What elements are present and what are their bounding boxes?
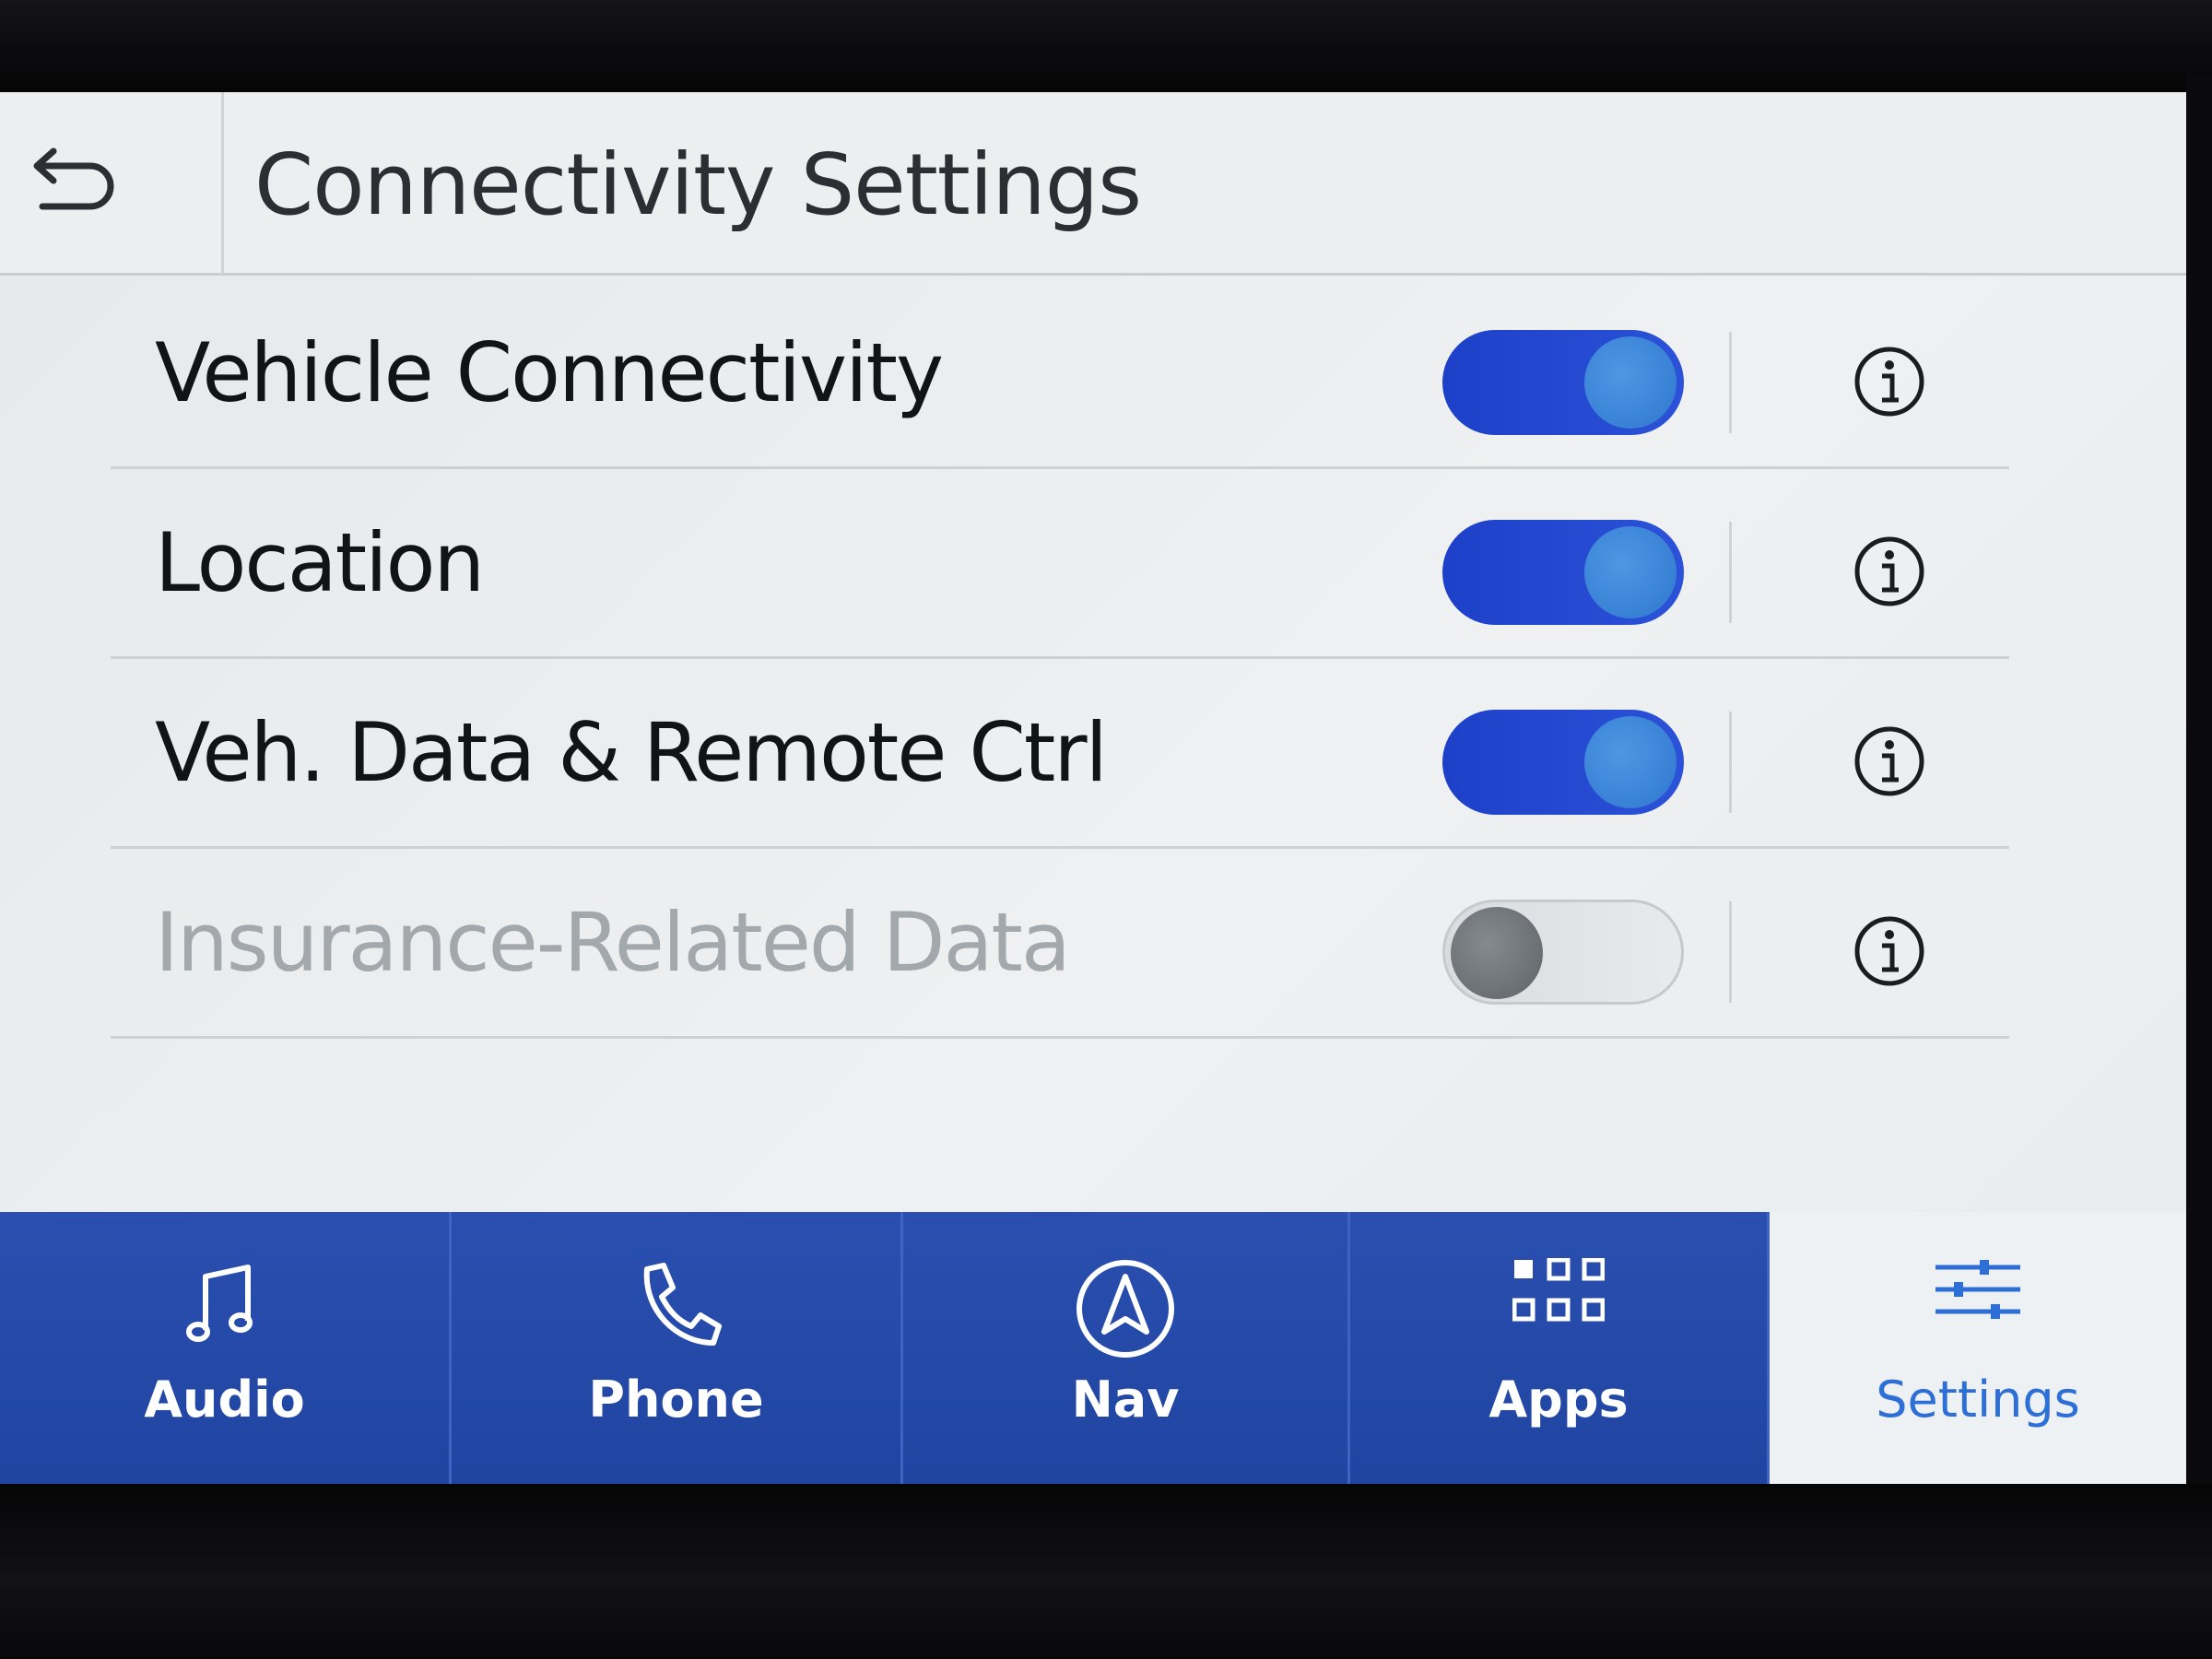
- phone-icon: [643, 1263, 722, 1346]
- music-note-icon: [185, 1265, 253, 1342]
- back-arrow-icon: [33, 147, 114, 210]
- location-toggle[interactable]: [1442, 520, 1684, 625]
- infotainment-screen: Connectivity Settings Vehicle Connectivi…: [0, 92, 2186, 1493]
- toggle-knob: [1584, 526, 1677, 618]
- setting-label: Location: [155, 515, 485, 610]
- nav-label: Nav: [1071, 1371, 1180, 1429]
- row-divider: [1729, 901, 1732, 1003]
- vehicle-connectivity-toggle[interactable]: [1442, 330, 1684, 435]
- info-icon[interactable]: [1853, 535, 1926, 608]
- setting-label: Veh. Data & Remote Ctrl: [155, 705, 1108, 800]
- nav-phone-button[interactable]: Phone: [452, 1212, 903, 1493]
- vehicle-data-remote-control-toggle[interactable]: [1442, 710, 1684, 815]
- info-icon[interactable]: [1853, 724, 1926, 798]
- nav-label: Settings: [1876, 1371, 2080, 1429]
- sliders-icon: [1936, 1260, 2020, 1319]
- info-icon[interactable]: [1853, 914, 1926, 988]
- apps-grid-icon: [1512, 1258, 1605, 1322]
- nav-label: Audio: [144, 1371, 305, 1429]
- setting-row-vehicle-connectivity: Vehicle Connectivity: [111, 276, 2009, 469]
- nav-audio-button[interactable]: Audio: [0, 1212, 452, 1493]
- navigation-icon: [1077, 1260, 1174, 1358]
- nav-settings-button[interactable]: Settings: [1770, 1212, 2186, 1493]
- toggle-knob: [1584, 336, 1677, 429]
- row-divider: [1729, 332, 1732, 433]
- setting-row-location: Location: [111, 466, 2009, 659]
- screen-bezel-bottom: [0, 1484, 2212, 1659]
- screen-bezel-right: [2186, 74, 2212, 1512]
- toggle-knob: [1584, 716, 1677, 808]
- setting-label: Insurance-Related Data: [155, 895, 1071, 990]
- page-title: Connectivity Settings: [254, 135, 1142, 234]
- setting-row-vehicle-data-remote-control: Veh. Data & Remote Ctrl: [111, 656, 2009, 849]
- bottom-nav-bar: Audio Phone Nav Apps Settings: [0, 1212, 2186, 1493]
- row-divider: [1729, 522, 1732, 623]
- setting-label: Vehicle Connectivity: [155, 325, 944, 420]
- info-icon[interactable]: [1853, 345, 1926, 418]
- nav-label: Apps: [1488, 1371, 1629, 1429]
- nav-label: Phone: [588, 1371, 764, 1429]
- row-divider: [1729, 712, 1732, 813]
- screen-bezel-top: [0, 0, 2212, 92]
- insurance-related-data-toggle[interactable]: [1442, 900, 1684, 1005]
- setting-row-insurance-related-data: Insurance-Related Data: [111, 846, 2009, 1039]
- header-bar: Connectivity Settings: [0, 92, 2186, 276]
- back-button[interactable]: [0, 92, 224, 273]
- toggle-knob: [1451, 907, 1543, 999]
- nav-navigation-button[interactable]: Nav: [903, 1212, 1350, 1493]
- nav-apps-button[interactable]: Apps: [1350, 1212, 1770, 1493]
